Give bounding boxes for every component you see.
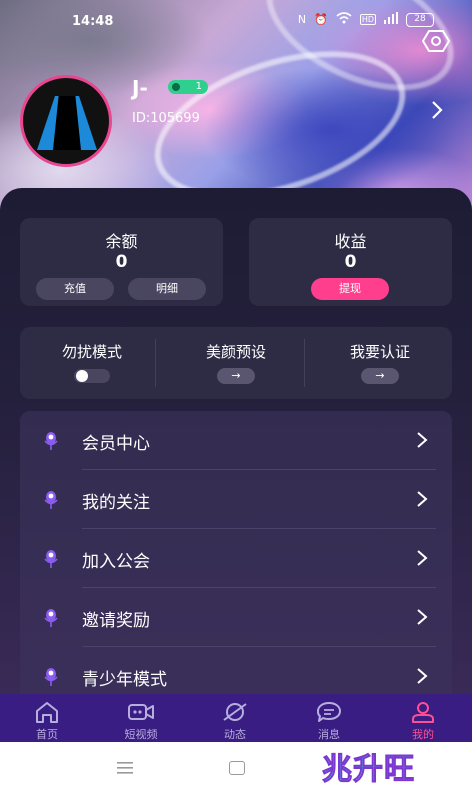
- user-id: ID:105699: [132, 111, 200, 126]
- avatar[interactable]: [20, 75, 112, 167]
- menu-item-vip-center[interactable]: 会员中心: [20, 411, 452, 470]
- verification-label: 我要认证: [349, 343, 410, 361]
- menu-item-label: 我的关注: [82, 493, 150, 513]
- hd-icon: HD: [359, 14, 376, 25]
- status-bar: 14:48 N ⏰ HD 28: [0, 12, 472, 32]
- withdraw-button[interactable]: 提现: [311, 278, 389, 300]
- earnings-title: 收益: [334, 232, 367, 251]
- balance-title: 余额: [105, 232, 138, 251]
- menu-item-following[interactable]: 我的关注: [20, 470, 452, 529]
- menu-item-label: 加入公会: [82, 552, 150, 572]
- tab-me[interactable]: 我的: [376, 694, 470, 742]
- user-icon: [412, 702, 434, 723]
- microphone-icon: [44, 550, 58, 568]
- status-time: 14:48: [72, 14, 114, 29]
- signal-icon: [384, 12, 398, 27]
- video-camera-icon: [128, 704, 154, 720]
- settings-gear-icon[interactable]: [421, 29, 451, 53]
- alarm-icon: ⏰: [314, 13, 328, 26]
- chevron-right-icon: [417, 432, 428, 448]
- do-not-disturb-toggle[interactable]: [74, 369, 110, 383]
- divider: [304, 339, 305, 387]
- menu-item-label: 青少年模式: [82, 670, 167, 690]
- tab-label: 消息: [318, 728, 340, 741]
- wifi-icon: [336, 12, 352, 27]
- tab-home[interactable]: 首页: [0, 694, 94, 742]
- chevron-right-icon: [417, 550, 428, 566]
- system-navigation-bar: 兆升旺: [0, 742, 472, 792]
- beauty-preset-mode[interactable]: 美颜预设 →: [164, 327, 308, 399]
- balance-card: 余额 0 充值 明细: [20, 218, 223, 306]
- menu-item-invite-rewards[interactable]: 邀请奖励: [20, 588, 452, 647]
- microphone-icon: [44, 668, 58, 686]
- beauty-preset-label: 美颜预设: [205, 343, 266, 361]
- tab-label: 短视频: [124, 728, 158, 741]
- do-not-disturb-label: 勿扰模式: [61, 343, 122, 361]
- home-icon: [36, 702, 58, 723]
- do-not-disturb-mode: 勿扰模式: [20, 327, 164, 399]
- microphone-icon: [44, 432, 58, 450]
- level-value: 1: [195, 81, 202, 92]
- menu-item-label: 邀请奖励: [82, 611, 150, 631]
- divider: [155, 339, 156, 387]
- home-button-icon[interactable]: [229, 761, 245, 775]
- menu-item-join-guild[interactable]: 加入公会: [20, 529, 452, 588]
- microphone-icon: [44, 491, 58, 509]
- verification-mode[interactable]: 我要认证 →: [308, 327, 452, 399]
- menu-list: 会员中心 我的关注 加入公会 邀请奖励 青少年模式: [20, 411, 452, 711]
- microphone-icon: [44, 609, 58, 627]
- tab-messages[interactable]: 消息: [282, 694, 376, 742]
- chevron-right-icon: [417, 668, 428, 684]
- tab-moments[interactable]: 动态: [188, 694, 282, 742]
- tab-label: 动态: [224, 728, 246, 741]
- toggle-knob: [76, 370, 88, 382]
- nfc-icon: N: [297, 13, 307, 26]
- chat-bubble-icon: [317, 702, 341, 722]
- battery-icon: 28: [406, 12, 434, 27]
- planet-icon: [223, 703, 247, 721]
- username: J-: [132, 76, 148, 100]
- quick-settings-card: 勿扰模式 美颜预设 → 我要认证 →: [20, 327, 452, 399]
- detail-button[interactable]: 明细: [128, 278, 206, 300]
- tab-label: 我的: [412, 728, 434, 741]
- tab-short-video[interactable]: 短视频: [94, 694, 188, 742]
- menu-item-label: 会员中心: [82, 434, 150, 454]
- chevron-right-icon: [417, 609, 428, 625]
- screen: 14:48 N ⏰ HD 28 J- 1 ID:105699 余额 0 充值 明…: [0, 0, 472, 792]
- chevron-right-icon: [417, 491, 428, 507]
- level-badge-icon: [172, 83, 180, 91]
- recent-apps-icon[interactable]: [117, 762, 133, 774]
- recharge-button[interactable]: 充值: [36, 278, 114, 300]
- tab-label: 首页: [36, 728, 58, 741]
- bottom-tab-bar: 首页 短视频 动态 消息 我的: [0, 694, 472, 742]
- watermark-logo: 兆升旺: [322, 752, 415, 788]
- verification-arrow-button[interactable]: →: [361, 368, 399, 384]
- status-icons: N ⏰ HD 28: [298, 12, 434, 27]
- level-badge: 1: [168, 80, 208, 94]
- chevron-right-icon[interactable]: [430, 100, 444, 120]
- earnings-card: 收益 0 提现: [249, 218, 452, 306]
- beauty-preset-arrow-button[interactable]: →: [217, 368, 255, 384]
- balance-value: 0: [115, 252, 128, 272]
- earnings-value: 0: [344, 252, 357, 272]
